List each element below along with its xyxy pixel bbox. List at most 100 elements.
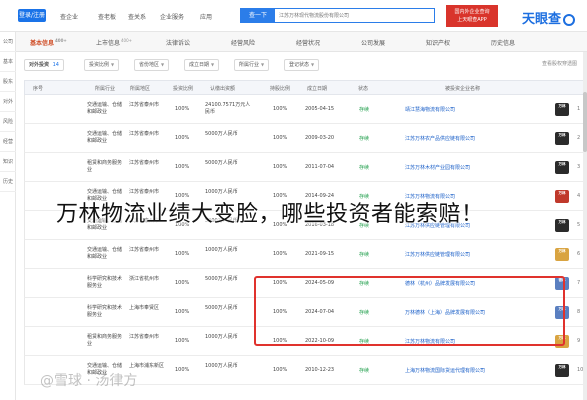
tab-ip[interactable]: 知识产权 (426, 38, 450, 47)
tab-count: 400+ (121, 38, 133, 43)
region-cell: 江苏省泰州市 (129, 189, 160, 195)
tab-label: 经营风险 (231, 40, 256, 47)
invest-ratio-cell: 100% (175, 309, 190, 315)
rail-item-0[interactable]: 公司 (0, 32, 16, 52)
scrollbar[interactable] (583, 52, 587, 400)
tab-history[interactable]: 历史信息 (491, 38, 515, 47)
company-name[interactable]: 上海万林物流国际货运代理有限公司 (405, 367, 485, 374)
industry-cell: 科学研究和技术服务业 (87, 305, 123, 318)
tab-label: 法律诉讼 (166, 40, 191, 47)
header-region: 所属地区 (130, 86, 151, 92)
filter-region[interactable]: 省份地区 ▼ (134, 59, 170, 71)
left-rail: 公司 基本 股东 对外 风险 经营 知识 历史 (0, 32, 16, 400)
nav-item-3[interactable]: 企业服务 (160, 12, 184, 21)
search-scope-button[interactable]: 查一下 (241, 9, 275, 22)
tab-label: 公司发展 (361, 40, 386, 47)
tab-basic-info[interactable]: 基本信息400+ (30, 38, 67, 47)
row-index: 2 (577, 135, 581, 141)
header-index: 序号 (33, 86, 44, 92)
region-cell: 浙江省杭州市 (129, 276, 160, 282)
filter-ratio[interactable]: 投资比例 ▼ (84, 59, 120, 71)
invest-ratio-cell: 100% (175, 338, 190, 344)
equity-chart-link[interactable]: 查看股权穿透图 (542, 60, 577, 67)
filter-label: 投资比例 (89, 62, 110, 68)
company-name[interactable]: 靖江慧海物流有限公司 (405, 106, 455, 113)
tab-label: 经营状况 (296, 40, 321, 47)
rail-item-3[interactable]: 对外 (0, 92, 16, 112)
filter-status[interactable]: 登记状态 ▼ (284, 59, 320, 71)
capital-cell: 1000万人民币 (205, 247, 238, 253)
rail-item-4[interactable]: 风险 (0, 112, 16, 132)
search-box[interactable]: 查一下 (240, 8, 435, 23)
article-title: 万林物流业绩大变脸，哪些投资者能索赔！ (56, 202, 484, 227)
row-index: 1 (577, 106, 581, 112)
rail-item-6[interactable]: 知识 (0, 152, 16, 172)
share-ratio-cell: 100% (273, 251, 288, 257)
rail-item-2[interactable]: 股东 (0, 72, 16, 92)
search-input[interactable] (279, 10, 429, 21)
nav-item-2[interactable]: 查关系 (128, 12, 146, 21)
header-industry: 所属行业 (95, 86, 116, 92)
table-row[interactable]: 交通运输、仓储和邮政业 江苏省泰州市 100% 5000万人民币 100% 2009-03… (24, 124, 587, 153)
nav-item-0[interactable]: 查企业 (60, 12, 78, 21)
capital-cell: 5000万人民币 (205, 160, 238, 166)
filter-label: 成立日期 (189, 62, 210, 68)
chevron-down-icon: ▼ (161, 62, 165, 67)
chevron-down-icon: ▼ (211, 62, 215, 67)
app-ad-banner[interactable]: 国内外企业查询 上天眼查APP (446, 5, 498, 27)
industry-cell: 交通运输、仓储和邮政业 (87, 131, 123, 144)
company-name[interactable]: 江苏万林农产品供应链有限公司 (405, 135, 475, 142)
section-count: 14 (52, 62, 59, 68)
header-status: 状态 (358, 86, 369, 92)
nav-item-1[interactable]: 查老板 (98, 12, 116, 21)
company-logo: 万林 (555, 190, 569, 203)
section-title-text: 对外投资 (29, 62, 50, 68)
row-index: 7 (577, 280, 581, 286)
industry-cell: 交通运输、仓储和邮政业 (87, 247, 123, 260)
status-badge: 存续 (359, 252, 370, 258)
rail-item-5[interactable]: 经营 (0, 132, 16, 152)
tab-listing[interactable]: 上市信息400+ (96, 38, 132, 47)
company-name[interactable]: 江苏万林木材产业园有限公司 (405, 164, 470, 171)
tab-label: 基本信息 (30, 40, 55, 47)
industry-cell: 科学研究和技术服务业 (87, 276, 123, 289)
highlight-box (254, 276, 565, 346)
table-row[interactable]: 租赁和商务服务业 江苏省泰州市 100% 5000万人民币 100% 2011-07-04… (24, 153, 587, 182)
tab-legal[interactable]: 法律诉讼 (166, 38, 190, 47)
industry-cell: 租赁和商务服务业 (87, 334, 123, 347)
company-logo: 万林 (555, 219, 569, 232)
table-row[interactable]: 交通运输、仓储和邮政业 江苏省泰州市 100% 24100.7571万元人民币 100%… (24, 95, 587, 124)
site-logo[interactable]: 天眼查 (522, 8, 576, 27)
tab-label: 上市信息 (96, 40, 121, 47)
date-cell: 2010-12-23 (305, 367, 335, 373)
share-ratio-cell: 100% (273, 367, 288, 373)
header-name: 被投资企业名称 (445, 86, 481, 92)
company-name[interactable]: 江苏万林供应链管理有限公司 (405, 251, 470, 258)
tab-label: 历史信息 (491, 40, 516, 47)
company-logo: 万林 (555, 103, 569, 116)
company-logo: 万林 (555, 364, 569, 377)
chevron-down-icon: ▼ (311, 62, 315, 67)
region-cell: 上海市浦东新区 (129, 363, 165, 369)
company-logo: 万林 (555, 161, 569, 174)
tab-risk[interactable]: 经营风险 (231, 38, 255, 47)
capital-cell: 1000万人民币 (205, 334, 238, 340)
company-logo: 万林 (555, 132, 569, 145)
tab-development[interactable]: 公司发展 (361, 38, 385, 47)
rail-item-1[interactable]: 基本 (0, 52, 16, 72)
row-index: 6 (577, 251, 581, 257)
date-cell: 2005-04-15 (305, 106, 335, 112)
invest-ratio-cell: 100% (175, 280, 190, 286)
filter-label: 省份地区 (139, 62, 160, 68)
capital-cell: 5000万人民币 (205, 131, 238, 137)
rail-item-7[interactable]: 历史 (0, 172, 16, 192)
table-row[interactable]: 交通运输、仓储和邮政业 江苏省泰州市 100% 1000万人民币 100% 2021-09… (24, 240, 587, 269)
chevron-down-icon: ▼ (111, 62, 115, 67)
tab-operation[interactable]: 经营状况 (296, 38, 320, 47)
row-index: 9 (577, 338, 581, 344)
filter-date[interactable]: 成立日期 ▼ (184, 59, 220, 71)
login-button[interactable]: 登录/注册 (18, 9, 46, 22)
nav-item-4[interactable]: 应用 (200, 12, 212, 21)
filter-industry[interactable]: 所属行业 ▼ (234, 59, 270, 71)
scrollbar-thumb[interactable] (583, 92, 587, 152)
